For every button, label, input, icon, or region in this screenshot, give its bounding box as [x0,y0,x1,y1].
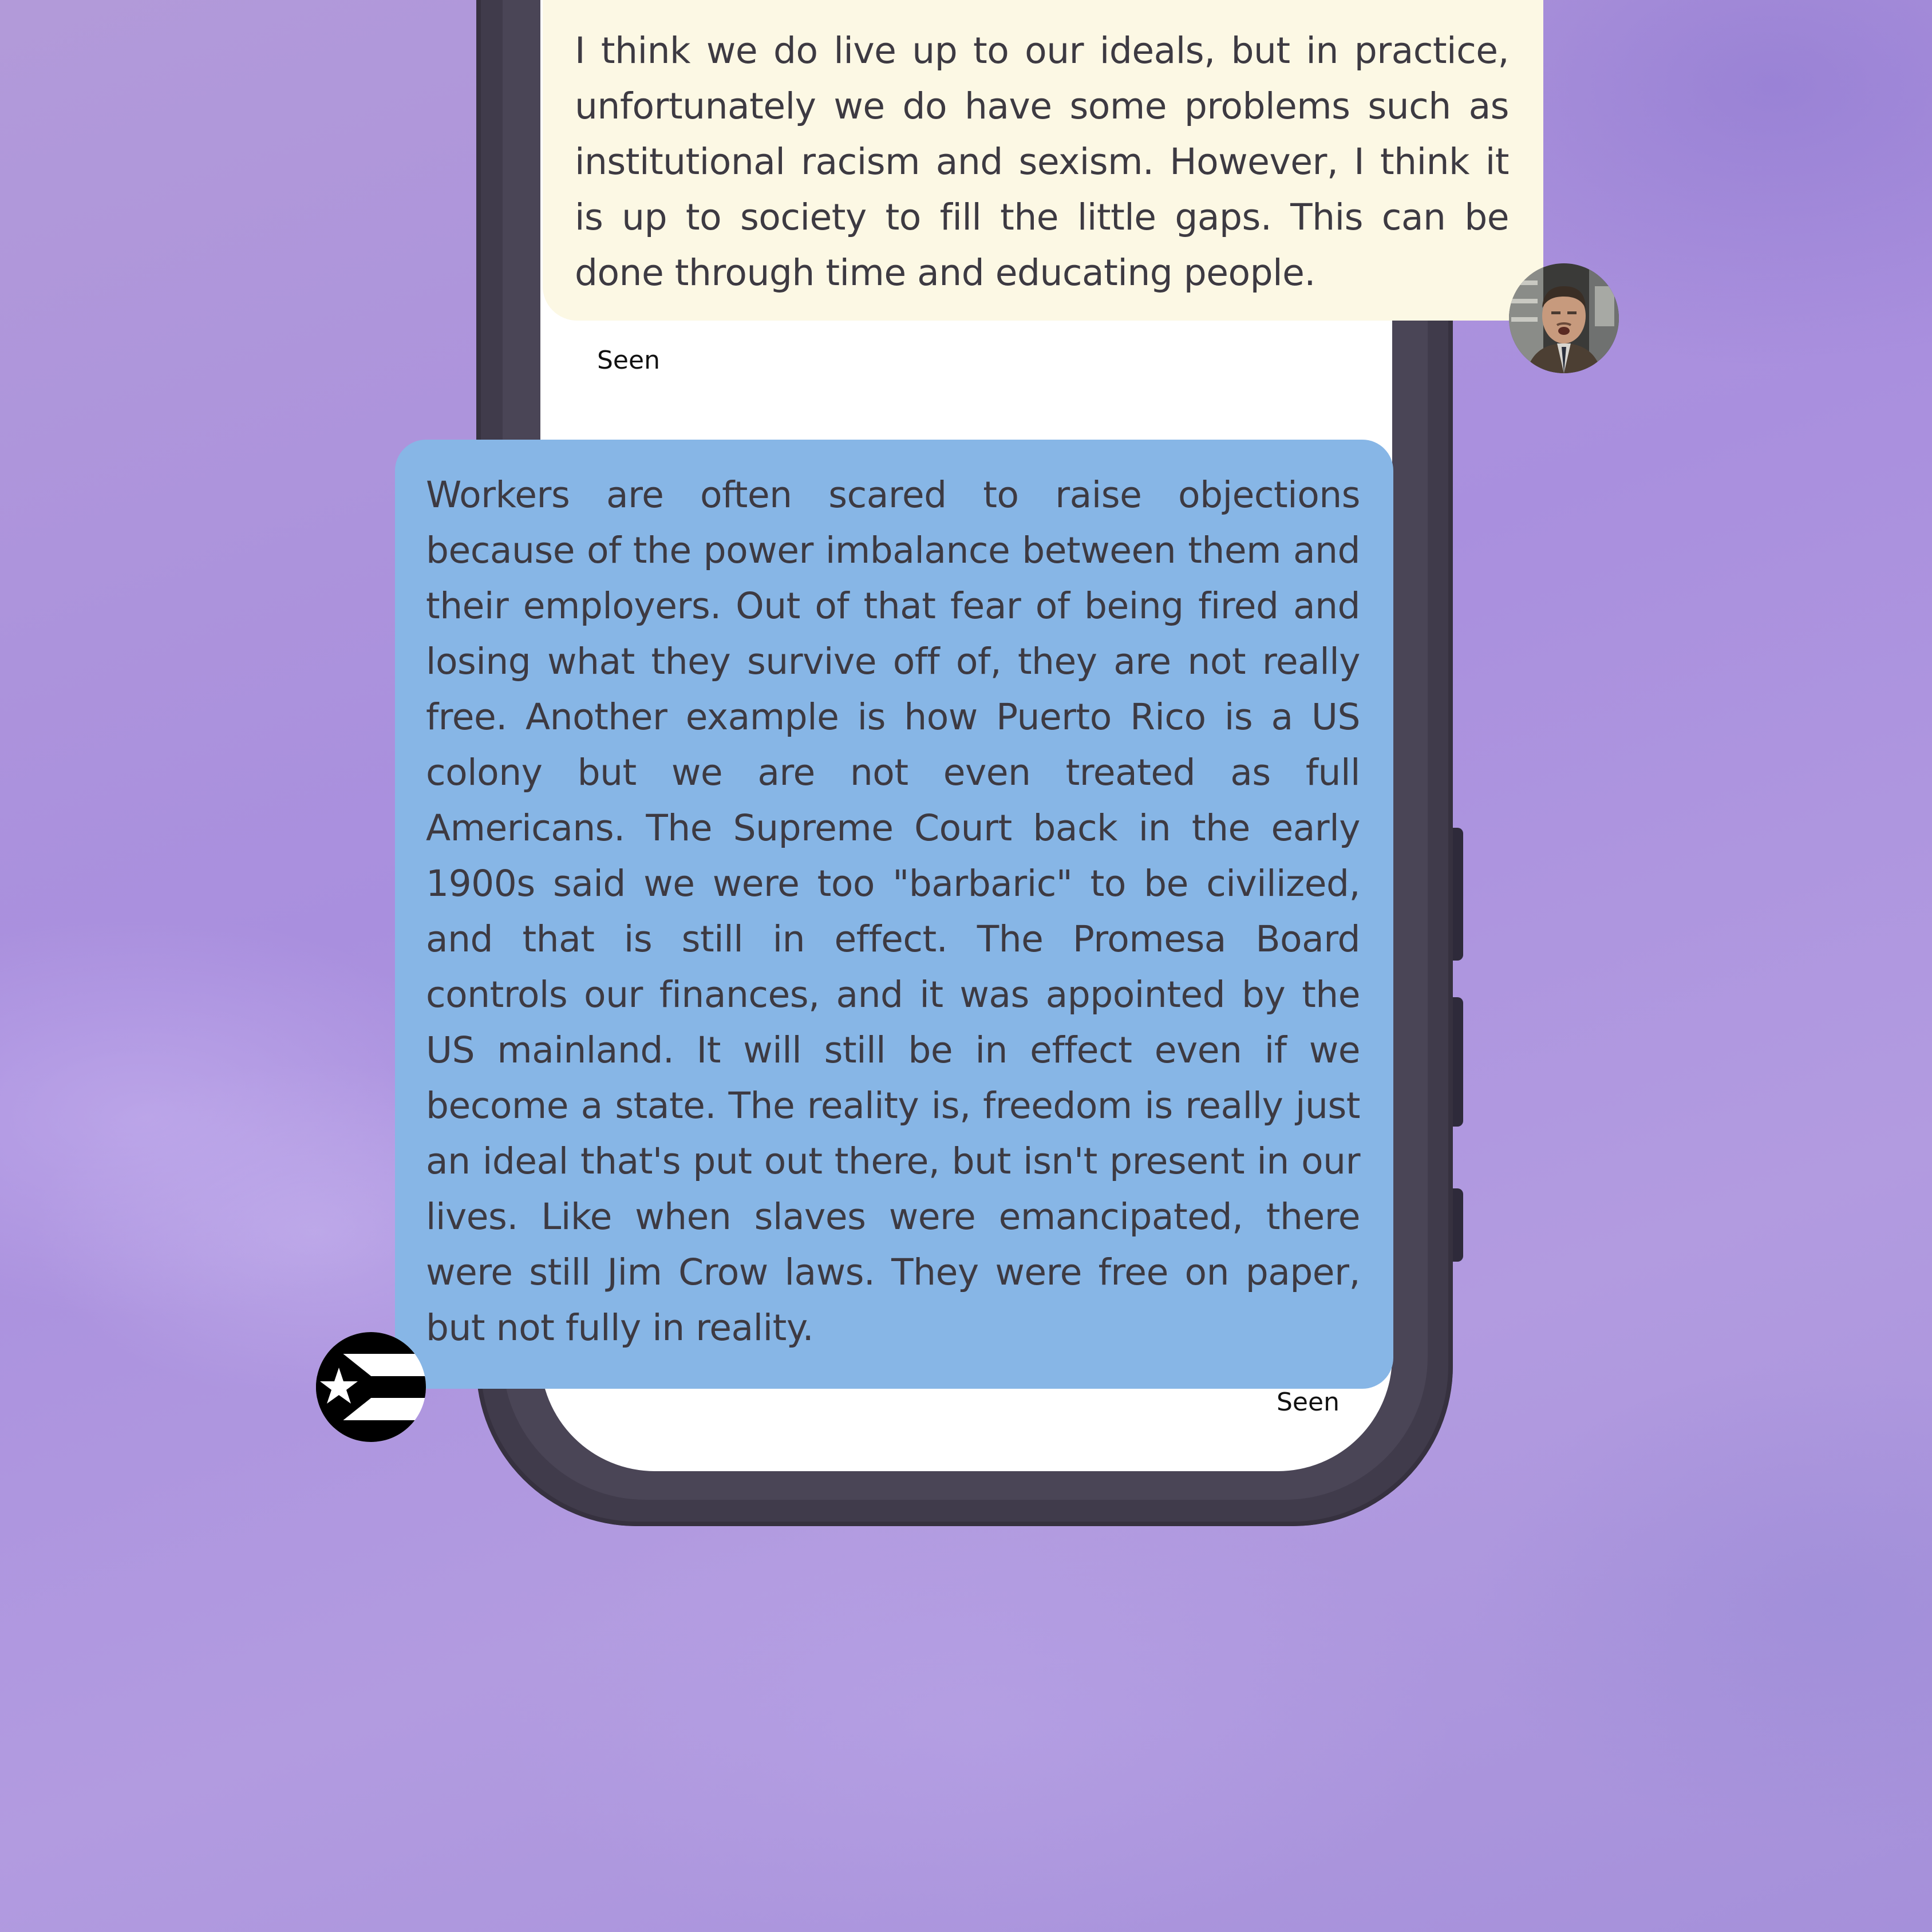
man-photo-avatar-icon[interactable] [1509,263,1619,373]
seen-status: Seen [597,346,660,375]
message-text: Workers are often scared to raise object… [426,474,1361,1349]
seen-status: Seen [1277,1388,1340,1417]
message-text: I think we do live up to our ideals, but… [575,30,1510,294]
black-puerto-rico-flag-avatar-icon[interactable] [316,1332,426,1442]
chat-screenshot: I think we do live up to our ideals, but… [0,0,1932,1932]
message-bubble-received[interactable]: I think we do live up to our ideals, but… [543,0,1543,321]
message-bubble-sent[interactable]: Workers are often scared to raise object… [395,440,1393,1389]
